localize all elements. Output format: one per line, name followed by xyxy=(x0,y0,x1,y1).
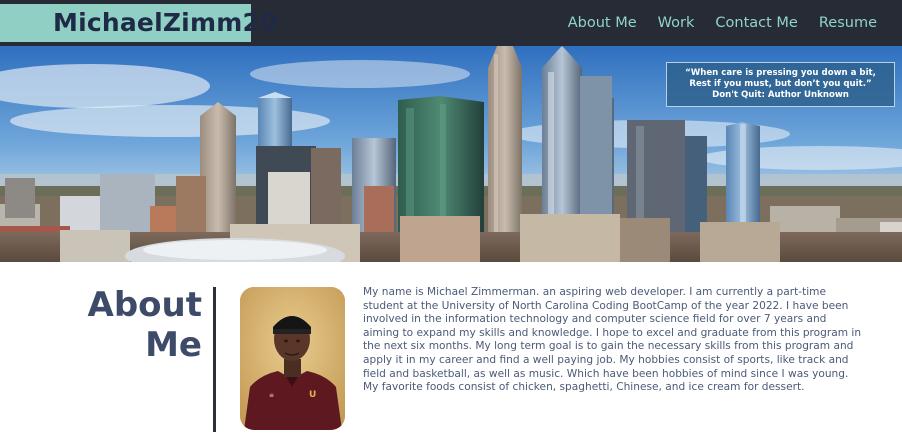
section-divider xyxy=(213,287,216,432)
main-nav: About Me Work Contact Me Resume xyxy=(568,0,902,46)
about-heading-line2: Me xyxy=(145,325,202,365)
profile-photo: ≡ U xyxy=(240,287,345,430)
about-heading: About Me xyxy=(60,285,202,365)
nav-about-me[interactable]: About Me xyxy=(568,15,637,31)
about-bio: My name is Michael Zimmerman. an aspirin… xyxy=(363,286,862,394)
site-header: MichaelZimm20 About Me Work Contact Me R… xyxy=(0,0,902,46)
about-heading-line1: About xyxy=(87,285,202,325)
site-brand[interactable]: MichaelZimm20 xyxy=(0,4,277,42)
shirt-adidas-logo: ≡ xyxy=(269,392,274,399)
nav-work[interactable]: Work xyxy=(658,15,695,31)
quote-author: Don't Quit: Author Unknown xyxy=(712,90,849,100)
quote-box: “When care is pressing you down a bit, R… xyxy=(666,62,895,107)
hero-banner: “When care is pressing you down a bit, R… xyxy=(0,46,902,262)
nav-contact-me[interactable]: Contact Me xyxy=(715,15,797,31)
quote-text: “When care is pressing you down a bit, R… xyxy=(685,68,876,89)
shirt-u-logo: U xyxy=(309,390,316,400)
nav-resume[interactable]: Resume xyxy=(819,15,877,31)
profile-photo-image: ≡ U xyxy=(240,287,345,430)
